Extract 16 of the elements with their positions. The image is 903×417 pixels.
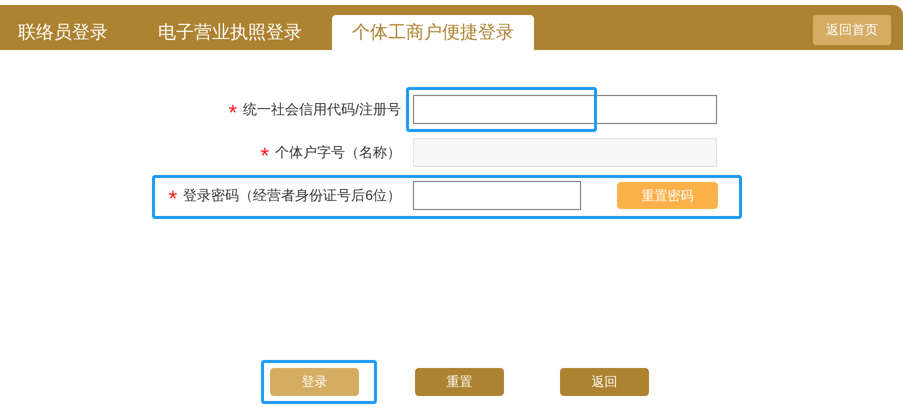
required-mark: * [168, 184, 178, 210]
tab[interactable]: 联络员登录 [18, 15, 128, 50]
reset-password-button[interactable]: 重置密码 [617, 182, 718, 209]
field-label: 统一社会信用代码/注册号 [243, 100, 401, 119]
input-field[interactable] [413, 95, 717, 124]
required-mark: * [228, 98, 238, 124]
form-button[interactable]: 登录 [270, 368, 359, 396]
form-button[interactable]: 重置 [415, 368, 504, 396]
home-button[interactable]: 返回首页 [813, 15, 891, 45]
input-field[interactable] [413, 181, 581, 210]
tab[interactable]: 个体工商户便捷登录 [332, 15, 534, 50]
field-label: 个体户字号（名称） [275, 143, 401, 162]
tab[interactable]: 电子营业执照登录 [138, 15, 322, 50]
field-label: 登录密码（经营者身份证号后6位） [183, 186, 401, 205]
required-mark: * [260, 142, 269, 166]
form-button[interactable]: 返回 [560, 368, 649, 396]
